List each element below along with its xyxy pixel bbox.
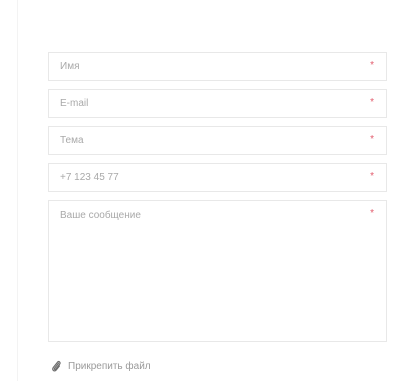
message-textarea[interactable] [49, 201, 386, 341]
required-mark: * [370, 97, 374, 108]
email-field: * [48, 89, 387, 118]
contact-form: * * * * * [48, 52, 387, 342]
attach-file-button[interactable]: Прикрепить файл [51, 360, 151, 373]
required-mark: * [370, 134, 374, 145]
subject-field: * [48, 126, 387, 155]
phone-input[interactable] [49, 164, 386, 191]
phone-field: * [48, 163, 387, 192]
message-field: * [48, 200, 387, 342]
divider [17, 0, 18, 381]
name-input[interactable] [49, 53, 386, 80]
name-field: * [48, 52, 387, 81]
email-input[interactable] [49, 90, 386, 117]
subject-input[interactable] [49, 127, 386, 154]
required-mark: * [370, 171, 374, 182]
contact-form-page: * * * * * Прикрепить файл [0, 0, 419, 381]
paperclip-icon [51, 360, 62, 373]
required-mark: * [370, 60, 374, 71]
required-mark: * [370, 208, 374, 219]
attach-file-label: Прикрепить файл [68, 361, 151, 372]
